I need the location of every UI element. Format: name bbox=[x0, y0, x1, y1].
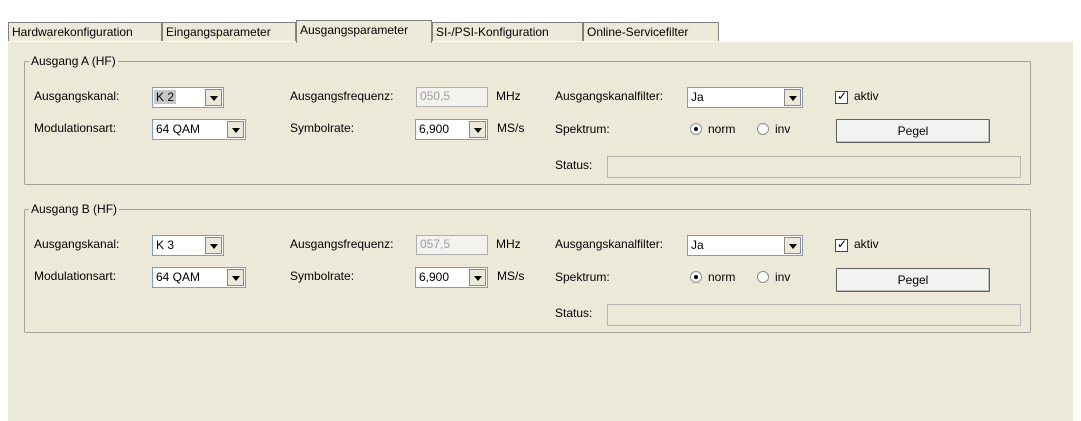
spektrum-norm-radio[interactable] bbox=[690, 271, 702, 283]
ausgangskanalfilter-value: Ja bbox=[691, 238, 704, 252]
label-symbolrate: Symbolrate: bbox=[290, 121, 355, 135]
dropdown-arrow-icon[interactable] bbox=[784, 89, 801, 106]
spektrum-inv-label: inv bbox=[775, 122, 791, 136]
label-spektrum: Spektrum: bbox=[555, 270, 610, 284]
label-status: Status: bbox=[555, 306, 593, 320]
pegel-button[interactable]: Pegel bbox=[836, 268, 990, 292]
label-modulationsart: Modulationsart: bbox=[34, 269, 117, 283]
label-ausgangsfrequenz: Ausgangsfrequenz: bbox=[290, 237, 394, 251]
dropdown-arrow-icon[interactable] bbox=[469, 121, 486, 138]
label-modulationsart: Modulationsart: bbox=[34, 121, 117, 135]
spektrum-norm-label: norm bbox=[708, 270, 736, 284]
modulationsart-value: 64 QAM bbox=[156, 122, 201, 136]
modulationsart-select[interactable]: 64 QAM bbox=[152, 119, 246, 140]
symbolrate-value: 6,900 bbox=[419, 270, 450, 284]
tab-ausgangsparameter[interactable]: Ausgangsparameter bbox=[296, 20, 432, 43]
symbolrate-value: 6,900 bbox=[419, 122, 450, 136]
status-field bbox=[607, 156, 1021, 178]
dropdown-arrow-icon[interactable] bbox=[227, 121, 244, 138]
tab-eingangsparameter[interactable]: Eingangsparameter bbox=[162, 22, 296, 41]
ausgangskanal-select[interactable]: K 3 bbox=[152, 235, 224, 256]
label-symbolrate: Symbolrate: bbox=[290, 269, 355, 283]
dropdown-arrow-icon[interactable] bbox=[469, 269, 486, 286]
modulationsart-value: 64 QAM bbox=[156, 270, 201, 284]
symbolrate-select[interactable]: 6,900 bbox=[415, 119, 488, 140]
unit-mhz: MHz bbox=[496, 237, 521, 251]
ausgangskanal-value: K 2 bbox=[154, 90, 177, 104]
tab-online-servicefilter[interactable]: Online-Servicefilter bbox=[583, 22, 719, 41]
tab-content-ausgangsparameter: Ausgang A (HF) Ausgangskanal: K 2 Modula… bbox=[8, 42, 1073, 421]
spektrum-norm-radio[interactable] bbox=[690, 123, 702, 135]
aktiv-checkbox[interactable] bbox=[835, 237, 848, 252]
dropdown-arrow-icon[interactable] bbox=[205, 89, 222, 106]
spektrum-inv-label: inv bbox=[775, 270, 791, 284]
status-field bbox=[607, 304, 1021, 326]
group-title: Ausgang B (HF) bbox=[31, 202, 118, 216]
modulationsart-select[interactable]: 64 QAM bbox=[152, 267, 246, 288]
aktiv-label: aktiv bbox=[854, 89, 879, 103]
label-ausgangskanalfilter: Ausgangskanalfilter: bbox=[555, 237, 664, 251]
spektrum-inv-radio[interactable] bbox=[757, 271, 769, 283]
label-spektrum: Spektrum: bbox=[555, 122, 610, 136]
pegel-button[interactable]: Pegel bbox=[836, 119, 990, 143]
ausgangsfrequenz-field: 050,5 bbox=[416, 87, 488, 107]
ausgangsfrequenz-field: 057,5 bbox=[416, 235, 488, 255]
ausgangskanal-value: K 3 bbox=[156, 238, 175, 252]
unit-mhz: MHz bbox=[496, 89, 521, 103]
aktiv-label: aktiv bbox=[854, 237, 879, 251]
aktiv-checkbox[interactable] bbox=[835, 89, 848, 104]
label-status: Status: bbox=[555, 158, 593, 172]
tab-hardwarekonfiguration[interactable]: Hardwarekonfiguration bbox=[8, 22, 162, 41]
label-ausgangskanalfilter: Ausgangskanalfilter: bbox=[555, 89, 664, 103]
label-ausgangskanal: Ausgangskanal: bbox=[34, 237, 120, 251]
unit-msps: MS/s bbox=[497, 121, 525, 135]
ausgangskanalfilter-select[interactable]: Ja bbox=[687, 87, 803, 108]
label-ausgangsfrequenz: Ausgangsfrequenz: bbox=[290, 89, 394, 103]
unit-msps: MS/s bbox=[497, 269, 525, 283]
dropdown-arrow-icon[interactable] bbox=[227, 269, 244, 286]
ausgangskanal-select[interactable]: K 2 bbox=[152, 87, 224, 108]
ausgangskanalfilter-value: Ja bbox=[691, 90, 704, 104]
dropdown-arrow-icon[interactable] bbox=[205, 237, 222, 254]
dropdown-arrow-icon[interactable] bbox=[784, 237, 801, 254]
spektrum-inv-radio[interactable] bbox=[757, 123, 769, 135]
tab-si-psi-konfiguration[interactable]: SI-/PSI-Konfiguration bbox=[432, 22, 583, 41]
spektrum-norm-label: norm bbox=[708, 122, 736, 136]
ausgangskanalfilter-select[interactable]: Ja bbox=[687, 235, 803, 256]
group-title: Ausgang A (HF) bbox=[31, 54, 116, 68]
symbolrate-select[interactable]: 6,900 bbox=[415, 267, 488, 288]
label-ausgangskanal: Ausgangskanal: bbox=[34, 89, 120, 103]
